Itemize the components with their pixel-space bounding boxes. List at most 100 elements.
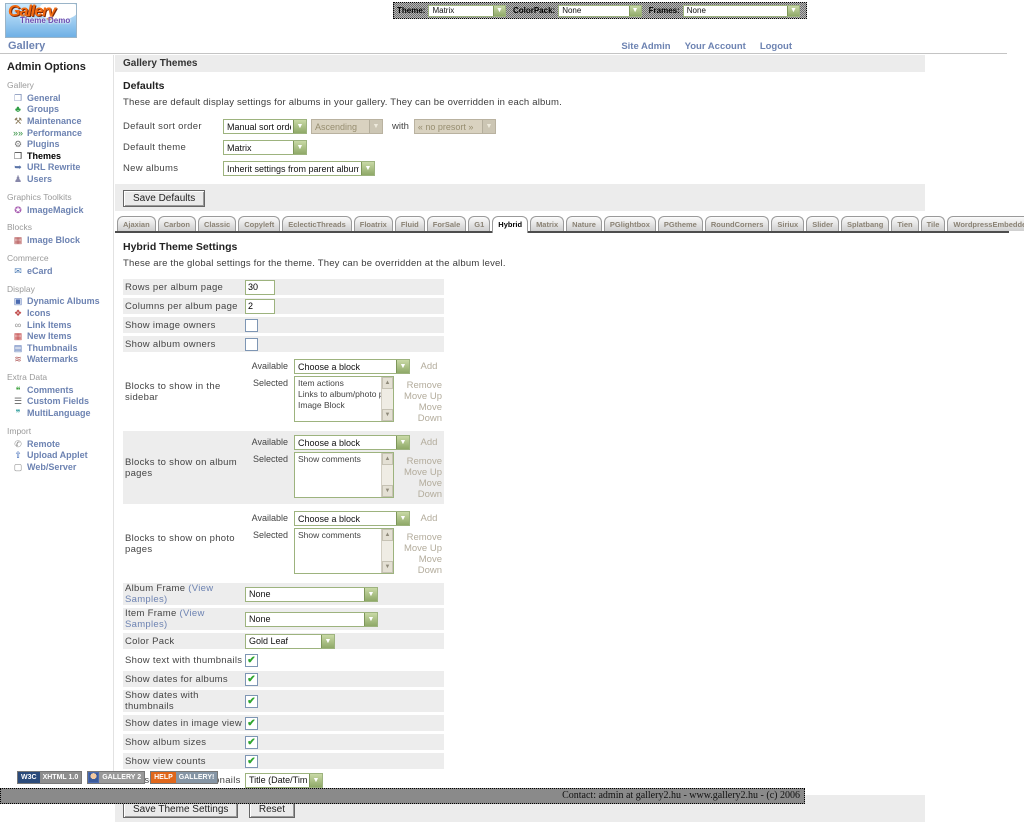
show-dates-with-thumbnails-checkbox[interactable] bbox=[245, 695, 258, 708]
tab-siriux[interactable]: Siriux bbox=[771, 216, 804, 231]
default-theme-select[interactable]: Matrix bbox=[223, 140, 307, 155]
show-view-counts-checkbox[interactable] bbox=[245, 755, 258, 768]
tab-pgtheme[interactable]: PGtheme bbox=[658, 216, 703, 231]
tab-eclecticthreads[interactable]: EclecticThreads bbox=[282, 216, 352, 231]
sidebar-item-maintenance[interactable]: ⚒Maintenance bbox=[7, 115, 113, 127]
show-image-owners-checkbox[interactable] bbox=[245, 319, 258, 332]
move-up-link[interactable]: Move Up bbox=[394, 543, 442, 554]
tab-fluid[interactable]: Fluid bbox=[395, 216, 425, 231]
listbox-option[interactable]: Image Block bbox=[298, 400, 381, 411]
listbox-scrollbar[interactable]: ▲▼ bbox=[381, 529, 393, 573]
scroll-down-icon[interactable]: ▼ bbox=[382, 561, 393, 573]
listbox-option[interactable]: Links to album/photo peers bbox=[298, 389, 381, 400]
tab-slider[interactable]: Slider bbox=[806, 216, 839, 231]
default-sort-order-select[interactable]: Manual sort order bbox=[223, 119, 307, 134]
sidebar-item-imagemagick[interactable]: ✪ImageMagick bbox=[7, 204, 113, 216]
tab-pglightbox[interactable]: PGlightbox bbox=[604, 216, 656, 231]
sidebar-item-thumbnails[interactable]: ▤Thumbnails bbox=[7, 342, 113, 354]
link-your-account[interactable]: Your Account bbox=[685, 41, 746, 52]
sidebar-item-ecard[interactable]: ✉eCard bbox=[7, 265, 113, 277]
frames-select[interactable]: None bbox=[683, 5, 800, 17]
sidebar-item-general[interactable]: ❐General bbox=[7, 92, 113, 104]
blocks-to-show-on-album-pages-available-select[interactable]: Choose a block bbox=[294, 435, 410, 450]
move-down-link[interactable]: Move Down bbox=[394, 402, 442, 424]
breadcrumb-gallery-link[interactable]: Gallery bbox=[8, 40, 45, 52]
sidebar-item-watermarks[interactable]: ≋Watermarks bbox=[7, 354, 113, 366]
blocks-to-show-in-the-sidebar-selected-list[interactable]: Item actionsLinks to album/photo peersIm… bbox=[294, 376, 394, 422]
tab-roundcorners[interactable]: RoundCorners bbox=[705, 216, 770, 231]
scroll-up-icon[interactable]: ▲ bbox=[382, 377, 393, 389]
sidebar-item-performance[interactable]: »»Performance bbox=[7, 127, 113, 139]
scroll-down-icon[interactable]: ▼ bbox=[382, 485, 393, 497]
add-link[interactable]: Add bbox=[414, 435, 444, 448]
tab-hybrid[interactable]: Hybrid bbox=[492, 216, 528, 233]
add-link[interactable]: Add bbox=[414, 511, 444, 524]
gallery2-badge[interactable]: GALLERY 2 bbox=[87, 771, 145, 784]
help-gallery-badge[interactable]: HELP GALLERY! bbox=[150, 771, 218, 784]
sidebar-item-new-items[interactable]: ▦New Items bbox=[7, 330, 113, 342]
gallery-logo[interactable]: Gallery Theme Demo bbox=[5, 3, 77, 38]
sidebar-item-users[interactable]: ♟Users bbox=[7, 173, 113, 185]
show-album-sizes-checkbox[interactable] bbox=[245, 736, 258, 749]
link-logout[interactable]: Logout bbox=[760, 41, 792, 52]
remove-link[interactable]: Remove bbox=[394, 380, 442, 391]
w3c-xhtml-badge[interactable]: W3C XHTML 1.0 bbox=[17, 771, 82, 784]
tab-classic[interactable]: Classic bbox=[198, 216, 236, 231]
listbox-scrollbar[interactable]: ▲▼ bbox=[381, 453, 393, 497]
listbox-scrollbar[interactable]: ▲▼ bbox=[381, 377, 393, 421]
blocks-to-show-on-photo-pages-selected-list[interactable]: Show comments▲▼ bbox=[294, 528, 394, 574]
rows-per-album-page-input[interactable] bbox=[245, 280, 275, 295]
remove-link[interactable]: Remove bbox=[394, 456, 442, 467]
move-down-link[interactable]: Move Down bbox=[394, 554, 442, 576]
sidebar-item-groups[interactable]: ♣Groups bbox=[7, 104, 113, 116]
save-defaults-button[interactable]: Save Defaults bbox=[123, 190, 205, 207]
show-text-with-thumbnails-checkbox[interactable] bbox=[245, 654, 258, 667]
move-up-link[interactable]: Move Up bbox=[394, 391, 442, 402]
listbox-option[interactable]: Show comments bbox=[298, 530, 381, 541]
tab-nature[interactable]: Nature bbox=[566, 216, 602, 231]
show-dates-in-image-view-checkbox[interactable] bbox=[245, 717, 258, 730]
show-dates-for-albums-checkbox[interactable] bbox=[245, 673, 258, 686]
move-down-link[interactable]: Move Down bbox=[394, 478, 442, 500]
new-albums-select[interactable]: Inherit settings from parent album bbox=[223, 161, 375, 176]
sidebar-item-url-rewrite[interactable]: ➥URL Rewrite bbox=[7, 162, 113, 174]
sidebar-item-image-block[interactable]: ▦Image Block bbox=[7, 234, 113, 246]
colorpack-select[interactable]: None bbox=[558, 5, 641, 17]
tab-tile[interactable]: Tile bbox=[921, 216, 946, 231]
scroll-up-icon[interactable]: ▲ bbox=[382, 453, 393, 465]
sidebar-item-remote[interactable]: ✆Remote bbox=[7, 438, 113, 450]
remove-link[interactable]: Remove bbox=[394, 532, 442, 543]
tab-copyleft[interactable]: Copyleft bbox=[238, 216, 280, 231]
columns-per-album-page-input[interactable] bbox=[245, 299, 275, 314]
sidebar-item-dynamic-albums[interactable]: ▣Dynamic Albums bbox=[7, 296, 113, 308]
sidebar-item-icons[interactable]: ❖Icons bbox=[7, 307, 113, 319]
tab-wordpressembedded[interactable]: WordpressEmbedded bbox=[947, 216, 1024, 231]
sidebar-item-custom-fields[interactable]: ☰Custom Fields bbox=[7, 396, 113, 408]
show-album-owners-checkbox[interactable] bbox=[245, 338, 258, 351]
sidebar-item-link-items[interactable]: ∞Link Items bbox=[7, 319, 113, 331]
tab-tien[interactable]: Tien bbox=[891, 216, 918, 231]
tab-g1[interactable]: G1 bbox=[468, 216, 490, 231]
scroll-up-icon[interactable]: ▲ bbox=[382, 529, 393, 541]
item-frame-select[interactable]: None bbox=[245, 612, 378, 627]
sidebar-item-themes[interactable]: ❒Themes bbox=[7, 150, 113, 162]
sidebar-item-comments[interactable]: ❝Comments bbox=[7, 384, 113, 396]
move-up-link[interactable]: Move Up bbox=[394, 467, 442, 478]
tab-carbon[interactable]: Carbon bbox=[158, 216, 196, 231]
tab-ajaxian[interactable]: Ajaxian bbox=[117, 216, 156, 231]
blocks-to-show-on-photo-pages-available-select[interactable]: Choose a block bbox=[294, 511, 410, 526]
link-site-admin[interactable]: Site Admin bbox=[621, 41, 670, 52]
view-samples-link[interactable]: (View Samples) bbox=[125, 583, 213, 605]
tab-forsale[interactable]: ForSale bbox=[427, 216, 467, 231]
scroll-down-icon[interactable]: ▼ bbox=[382, 409, 393, 421]
blocks-to-show-on-album-pages-selected-list[interactable]: Show comments▲▼ bbox=[294, 452, 394, 498]
color-pack-select[interactable]: Gold Leaf bbox=[245, 634, 335, 649]
listbox-option[interactable]: Item actions bbox=[298, 378, 381, 389]
tab-matrix[interactable]: Matrix bbox=[530, 216, 564, 231]
tab-splatbang[interactable]: Splatbang bbox=[841, 216, 889, 231]
blocks-to-show-in-the-sidebar-available-select[interactable]: Choose a block bbox=[294, 359, 410, 374]
sidebar-item-multilanguage[interactable]: ❞MultiLanguage bbox=[7, 407, 113, 419]
listbox-option[interactable]: Show comments bbox=[298, 454, 381, 465]
sidebar-item-plugins[interactable]: ⚙Plugins bbox=[7, 138, 113, 150]
album-frame-select[interactable]: None bbox=[245, 587, 378, 602]
